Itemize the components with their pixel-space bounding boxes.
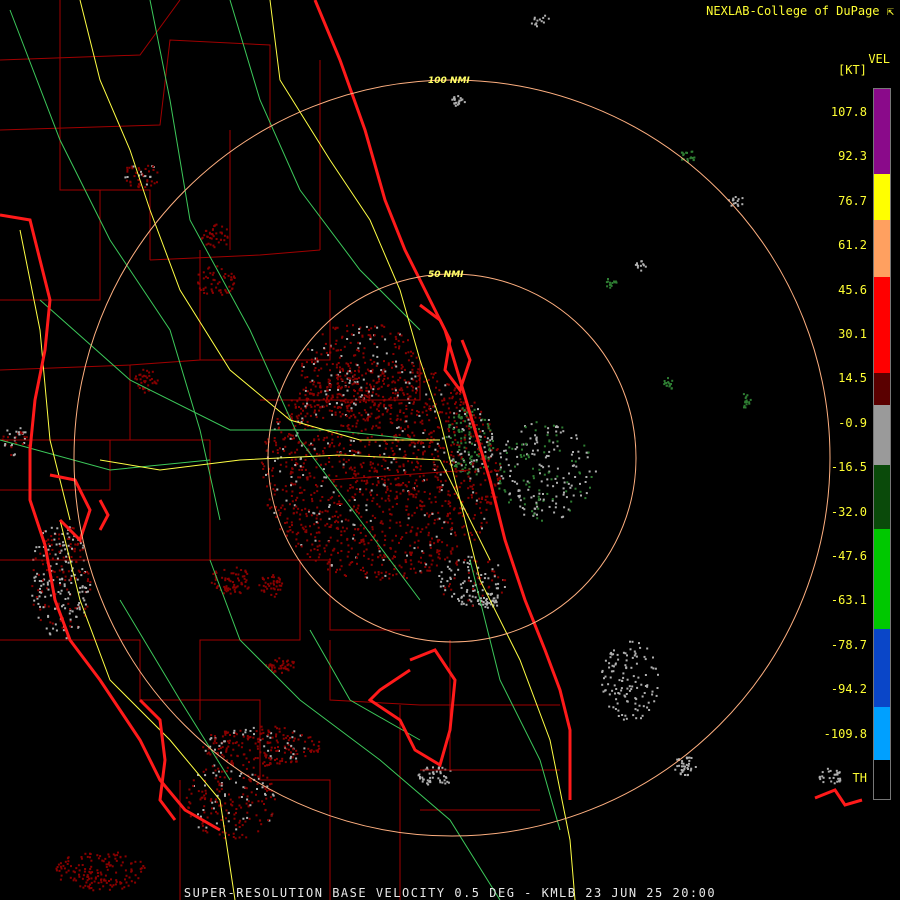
corner-arrow-icon: ⇱ <box>886 4 894 18</box>
roads <box>0 0 561 900</box>
range-ring-label: 50 NMI <box>428 270 464 280</box>
legend-tick-label: 107.8 <box>830 105 867 119</box>
legend-tick-label: -0.9 <box>838 415 867 430</box>
county-borders <box>0 0 560 900</box>
product-footer: SUPER-RESOLUTION BASE VELOCITY 0.5 DEG -… <box>183 886 717 900</box>
legend-title: VEL <box>868 52 890 66</box>
legend-color-segment <box>874 135 890 175</box>
legend-tick-label: 92.3 <box>838 149 867 164</box>
legend-color-segment <box>874 628 890 707</box>
legend-color-segment <box>874 89 890 136</box>
credit-label: NEXLAB-College of DuPage ⇱ <box>706 4 894 18</box>
legend-tick-label: 30.1 <box>838 327 867 341</box>
legend-tick-label: 76.7 <box>838 193 867 208</box>
legend-tick-label: TH <box>852 771 867 785</box>
legend-color-segment <box>874 529 890 629</box>
legend-color-segment <box>874 223 890 278</box>
legend-tick-label: -78.7 <box>830 637 867 652</box>
legend-color-segment <box>874 404 890 466</box>
legend-color-segment <box>874 706 890 760</box>
legend-unit: [KT] <box>838 63 867 77</box>
radar-display: 100 NMI 50 NMI NEXLAB-College of DuPage ⇱… <box>0 0 900 900</box>
legend-tick-label: 14.5 <box>838 371 867 386</box>
legend-color-bar <box>873 88 891 800</box>
legend-color-segment <box>874 465 890 530</box>
radar-map: 100 NMI 50 NMI <box>0 0 863 900</box>
legend-color-segment <box>874 277 890 373</box>
legend-tick-label: 45.6 <box>838 282 867 297</box>
range-ring <box>267 273 637 643</box>
legend-tick-label: -63.1 <box>830 593 867 608</box>
legend-tick-label: -32.0 <box>830 504 867 519</box>
legend-color-segment <box>874 759 890 799</box>
legend-tick-label: -47.6 <box>830 549 867 563</box>
legend-color-segment <box>874 174 890 221</box>
legend-tick-label: -16.5 <box>830 460 867 475</box>
legend-tick-label: -109.8 <box>823 726 867 741</box>
range-ring-label: 100 NMI <box>428 76 470 86</box>
legend-tick-label: -94.2 <box>830 682 867 697</box>
legend-color-segment <box>874 373 890 405</box>
legend-tick-label: 61.2 <box>838 238 867 253</box>
velocity-echoes <box>1 14 842 892</box>
velocity-legend: VEL [KT] 107.8 92.3 76.7 61.2 45.6 30.1 14.5 -0… <box>812 52 900 812</box>
